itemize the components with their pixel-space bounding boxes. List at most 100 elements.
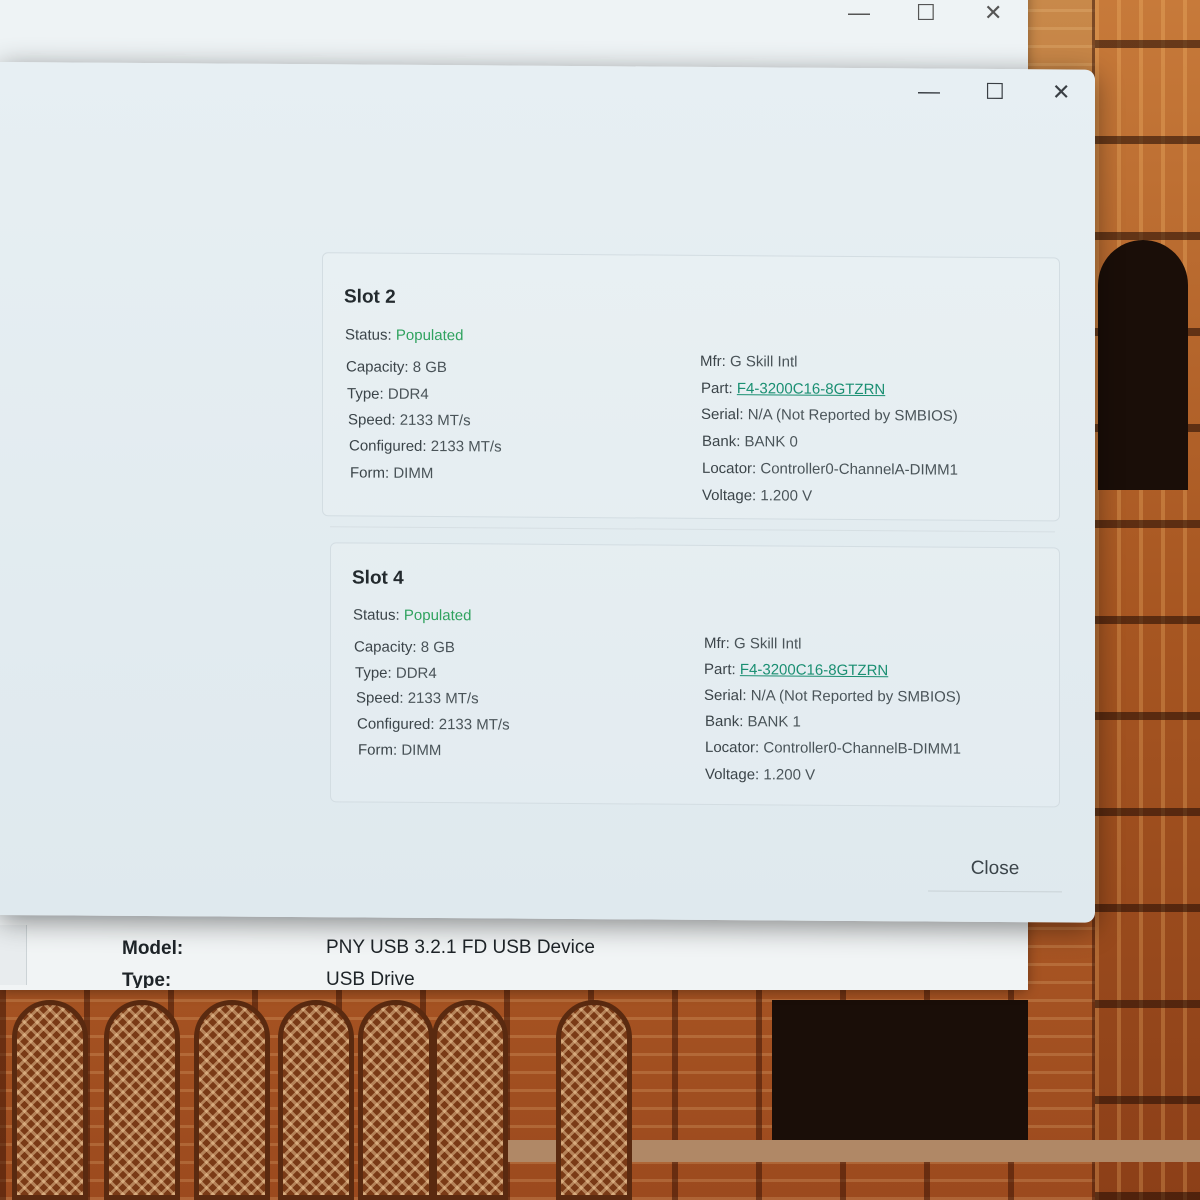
field-label: Speed: [348, 411, 396, 429]
field-label: Voltage: [702, 486, 757, 505]
type-label: Type: [122, 970, 172, 988]
minimize-button[interactable]: — [918, 78, 940, 104]
field-label: Mfr: [700, 352, 726, 371]
capacity-field: Capacity: 8 GB [346, 358, 447, 376]
field-label: Status: [353, 606, 400, 624]
field-value: N/A (Not Reported by SMBIOS) [750, 687, 961, 706]
field-value: 8 GB [420, 638, 455, 657]
back-window-details: Model: PNY USB 3.2.1 FD USB Device Type:… [0, 920, 1028, 990]
slot-title: Slot 4 [352, 567, 404, 589]
wallpaper-lattice [278, 1000, 354, 1200]
wallpaper-lattice [556, 1000, 632, 1200]
model-row: Model: [122, 938, 183, 960]
wallpaper-lattice [432, 1000, 508, 1200]
capacity-field: Capacity: 8 GB [354, 638, 455, 656]
serial-field: Serial: N/A (Not Reported by SMBIOS) [704, 687, 961, 706]
field-label: Locator: [705, 738, 760, 757]
wallpaper-lattice [194, 1000, 270, 1200]
part-number-link[interactable]: F4-3200C16-8GTZRN [740, 661, 888, 679]
field-label: Serial: [701, 405, 744, 424]
type-field: Type: DDR4 [347, 385, 429, 403]
field-value: DDR4 [395, 664, 437, 683]
mfr-field: Mfr: G Skill Intl [700, 353, 798, 371]
model-value: PNY USB 3.2.1 FD USB Device [326, 937, 595, 958]
wallpaper-lattice [12, 1000, 88, 1200]
configured-field: Configured: 2133 MT/s [349, 437, 502, 455]
serial-field: Serial: N/A (Not Reported by SMBIOS) [701, 406, 958, 425]
field-label: Type: [355, 664, 392, 682]
field-label: Form: [358, 741, 398, 759]
status-badge: Populated [395, 326, 464, 345]
memory-slots-dialog: — ☐ ✕ Slot 2 Status: Populated Capacity:… [0, 62, 1095, 923]
slot-title: Slot 2 [344, 286, 396, 308]
type-value: USB Drive [326, 969, 415, 988]
field-value: 1.200 V [760, 487, 813, 505]
field-label: Form: [350, 464, 390, 482]
field-value: Controller0-ChannelB-DIMM1 [763, 739, 961, 758]
field-label: Status: [345, 326, 392, 344]
form-field: Form: DIMM [350, 464, 433, 482]
field-label: Capacity: [346, 358, 409, 376]
field-label: Capacity: [354, 638, 417, 656]
field-value: 2133 MT/s [438, 716, 510, 734]
close-window-button[interactable]: ✕ [1052, 79, 1070, 105]
field-value: 2133 MT/s [399, 411, 471, 430]
model-label: Model: [122, 938, 184, 959]
field-label: Type: [347, 385, 384, 403]
field-value: BANK 1 [747, 713, 801, 731]
locator-field: Locator: Controller0-ChannelB-DIMM1 [705, 739, 961, 758]
back-maximize-button[interactable]: ☐ [916, 0, 936, 26]
field-label: Speed: [356, 689, 404, 707]
field-value: DIMM [401, 741, 442, 760]
locator-field: Locator: Controller0-ChannelA-DIMM1 [702, 460, 958, 479]
status-field: Status: Populated [345, 326, 463, 344]
field-label: Serial: [704, 686, 747, 705]
type-field: Type: DDR4 [355, 664, 437, 682]
field-value: DDR4 [387, 385, 429, 403]
field-value: 2133 MT/s [407, 689, 479, 708]
field-value: G Skill Intl [730, 353, 798, 371]
form-field: Form: DIMM [358, 741, 441, 759]
wallpaper-lattice [358, 1000, 434, 1200]
back-minimize-button[interactable]: — [848, 0, 870, 26]
wallpaper-facade-right [1095, 0, 1200, 1200]
memory-slot-card [330, 542, 1060, 808]
field-value: 2133 MT/s [430, 438, 502, 456]
field-label: Configured: [349, 437, 427, 455]
close-button[interactable]: Close [928, 846, 1062, 893]
configured-field: Configured: 2133 MT/s [357, 715, 510, 733]
bank-field: Bank: BANK 0 [702, 433, 798, 451]
speed-field: Speed: 2133 MT/s [348, 411, 471, 429]
field-value: N/A (Not Reported by SMBIOS) [747, 406, 958, 425]
maximize-button[interactable]: ☐ [985, 79, 1005, 105]
part-field: Part: F4-3200C16-8GTZRN [704, 661, 888, 679]
speed-field: Speed: 2133 MT/s [356, 689, 479, 707]
field-label: Bank: [702, 432, 741, 451]
field-value: G Skill Intl [734, 635, 802, 653]
field-value: DIMM [393, 464, 434, 483]
field-label: Part: [701, 379, 733, 398]
mfr-field: Mfr: G Skill Intl [704, 635, 802, 653]
voltage-field: Voltage: 1.200 V [702, 487, 812, 505]
field-value: Controller0-ChannelA-DIMM1 [760, 460, 958, 479]
back-window-sidebar-edge [0, 925, 27, 985]
back-close-button[interactable]: ✕ [984, 0, 1002, 26]
field-value: 1.200 V [763, 766, 816, 784]
field-label: Voltage: [705, 765, 760, 784]
field-label: Locator: [702, 459, 757, 478]
status-badge: Populated [403, 606, 472, 625]
part-number-link[interactable]: F4-3200C16-8GTZRN [737, 380, 885, 398]
slot-divider [330, 526, 1055, 533]
field-value: BANK 0 [744, 433, 798, 451]
wallpaper-arch [1098, 240, 1188, 490]
field-label: Bank: [705, 712, 744, 731]
wallpaper-lattice [104, 1000, 180, 1200]
voltage-field: Voltage: 1.200 V [705, 766, 815, 784]
wallpaper-doorway [772, 1000, 1028, 1140]
status-field: Status: Populated [353, 606, 471, 624]
bank-field: Bank: BANK 1 [705, 713, 801, 731]
field-label: Mfr: [704, 634, 730, 653]
field-label: Configured: [357, 715, 435, 734]
field-value: 8 GB [412, 358, 447, 377]
type-row: Type: [122, 970, 171, 988]
